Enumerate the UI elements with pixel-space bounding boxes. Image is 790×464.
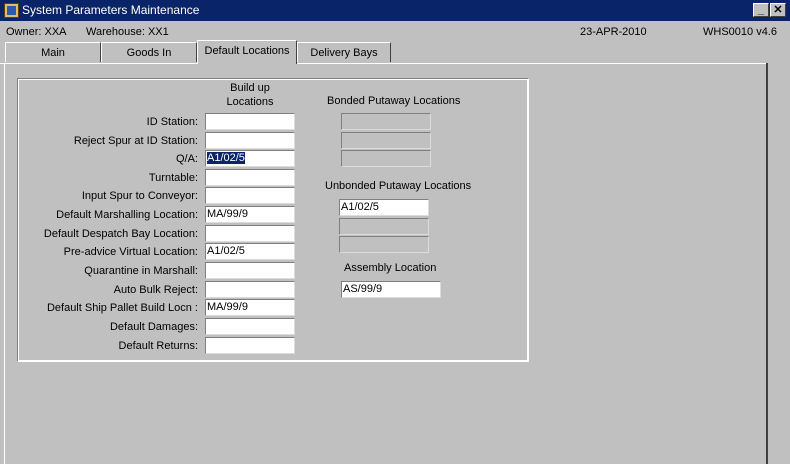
ship-pallet-label: Default Ship Pallet Build Locn :	[46, 302, 198, 314]
unbonded-heading: Unbonded Putaway Locations	[325, 180, 472, 192]
tab-delivery-bays[interactable]: Delivery Bays	[297, 42, 391, 62]
qa-label: Q/A:	[175, 153, 198, 165]
auto-bulk-reject-field[interactable]	[205, 281, 295, 298]
damages-field[interactable]	[205, 318, 295, 335]
window-title: System Parameters Maintenance	[22, 3, 200, 17]
tab-bar: Main Goods In Default Locations Delivery…	[0, 40, 790, 64]
warehouse-text: Warehouse: XX1	[86, 26, 169, 38]
tab-baseline	[0, 63, 766, 64]
build-up-heading: Build up Locations	[205, 82, 295, 108]
despatch-bay-field[interactable]	[205, 225, 295, 242]
ship-pallet-field[interactable]: MA/99/9	[205, 299, 295, 316]
marshalling-label: Default Marshalling Location:	[56, 209, 198, 221]
id-station-label: ID Station:	[146, 116, 198, 128]
bonded-location-2[interactable]	[341, 132, 431, 149]
date-text: 23-APR-2010	[580, 26, 647, 38]
id-station-field[interactable]	[205, 113, 295, 130]
pre-advice-label: Pre-advice Virtual Location:	[63, 246, 198, 258]
turntable-label: Turntable:	[148, 172, 198, 184]
returns-label: Default Returns:	[118, 340, 198, 352]
build-up-heading-line1: Build up	[230, 82, 270, 94]
reject-spur-field[interactable]	[205, 132, 295, 149]
unbonded-location-1[interactable]: A1/02/5	[339, 199, 429, 216]
status-bar: Owner: XXA Warehouse: XX1 23-APR-2010 WH…	[0, 24, 790, 40]
assembly-heading: Assembly Location	[344, 262, 437, 274]
tab-default-locations[interactable]: Default Locations	[197, 40, 297, 64]
unbonded-location-2[interactable]	[339, 218, 429, 235]
qa-field[interactable]: A1/02/5	[205, 150, 295, 167]
pre-advice-field[interactable]: A1/02/5	[205, 243, 295, 260]
owner-text: Owner: XXA	[6, 26, 67, 38]
unbonded-location-3[interactable]	[339, 236, 429, 253]
close-button[interactable]: ✕	[770, 3, 786, 17]
qa-field-value: A1/02/5	[207, 152, 245, 164]
title-bar: System Parameters Maintenance _ ✕	[0, 0, 790, 21]
bonded-location-1[interactable]	[341, 113, 431, 130]
damages-label: Default Damages:	[109, 321, 198, 333]
app-icon[interactable]	[4, 3, 19, 18]
page-edge-left	[4, 63, 5, 464]
auto-bulk-reject-label: Auto Bulk Reject:	[113, 284, 198, 296]
bonded-heading: Bonded Putaway Locations	[327, 95, 461, 107]
reject-spur-label: Reject Spur at ID Station:	[73, 135, 198, 147]
bonded-location-3[interactable]	[341, 150, 431, 167]
tab-goods-in[interactable]: Goods In	[101, 42, 197, 62]
minimize-button[interactable]: _	[753, 3, 769, 17]
turntable-field[interactable]	[205, 169, 295, 186]
returns-field[interactable]	[205, 337, 295, 354]
marshalling-field[interactable]: MA/99/9	[205, 206, 295, 223]
quarantine-field[interactable]	[205, 262, 295, 279]
build-up-heading-line2: Locations	[226, 96, 274, 108]
form-version-text: WHS0010 v4.6	[703, 26, 777, 38]
assembly-location-field[interactable]: AS/99/9	[341, 281, 441, 298]
quarantine-label: Quarantine in Marshall:	[84, 265, 198, 277]
page-edge-right	[766, 63, 768, 464]
tab-main[interactable]: Main	[5, 42, 101, 62]
despatch-bay-label: Default Despatch Bay Location:	[43, 228, 198, 240]
input-spur-field[interactable]	[205, 187, 295, 204]
input-spur-label: Input Spur to Conveyor:	[81, 190, 198, 202]
